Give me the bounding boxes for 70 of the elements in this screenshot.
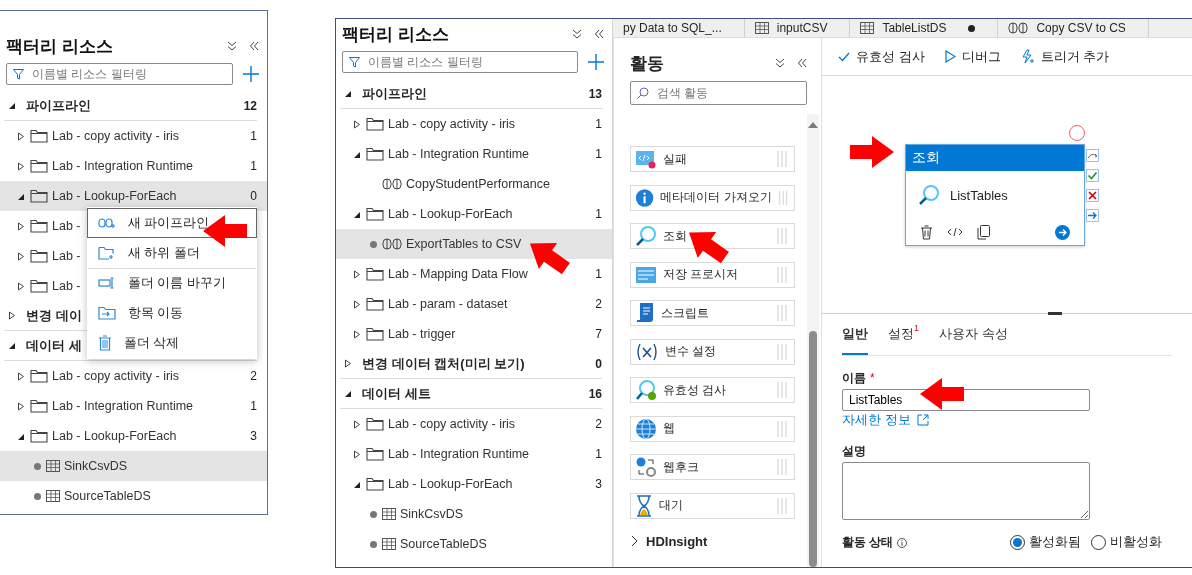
section-count: 13 <box>588 86 602 101</box>
section-count: 12 <box>243 98 257 113</box>
item-label: Lab - copy activity - iris <box>388 417 516 431</box>
section-label: 변경 데이터 캡처(미리 보기) <box>362 354 525 373</box>
item-label: CopyStudentPerformance <box>406 177 550 191</box>
activity-label: 실패 <box>663 150 688 168</box>
item-label: Lab - <box>52 249 81 263</box>
item-count: 1 <box>595 447 602 461</box>
item-count: 3 <box>595 477 602 491</box>
item-count: 7 <box>595 327 602 341</box>
item-count: 0 <box>250 189 257 203</box>
node-header: 조회 <box>906 145 1084 171</box>
item-label: Lab - Lookup-ForEach <box>388 477 513 491</box>
item-label: Lab - Lookup-ForEach <box>52 429 177 443</box>
item-label: Lab - Integration Runtime <box>388 447 530 461</box>
item-label: Lab - Integration Runtime <box>52 159 194 173</box>
activity-label: 웹 <box>663 420 676 437</box>
item-label: ExportTables to CSV <box>406 237 522 251</box>
item-label: Lab - copy activity - iris <box>388 117 516 131</box>
field-label: 이름 * <box>842 370 876 387</box>
activity-label: 변수 설정 <box>665 343 718 360</box>
item-count: 1 <box>595 147 602 161</box>
panel-title: 팩터리 리소스 <box>342 23 449 46</box>
item-count: 1 <box>250 159 257 173</box>
item-count: 1 <box>250 129 257 143</box>
item-label: Lab - Integration Runtime <box>388 147 530 161</box>
item-label: Lab - Mapping Data Flow <box>388 267 528 281</box>
item-label: Lab - copy activity - iris <box>52 369 180 383</box>
panel-title: 팩터리 리소스 <box>6 35 113 58</box>
activity-label: 저장 프로시저 <box>663 266 740 283</box>
item-label: Lab - copy activity - iris <box>52 129 180 143</box>
item-label: SinkCsvDS <box>400 507 464 521</box>
section-count: 16 <box>588 386 602 401</box>
activity-label: 조회 <box>663 227 688 245</box>
activity-label: 유효성 검사 <box>663 381 728 399</box>
item-label: Lab - Lookup-ForEach <box>52 189 177 203</box>
activity-label: 웹후크 <box>663 458 700 476</box>
item-count: 2 <box>250 369 257 383</box>
activity-label: 스크립트 <box>661 304 710 322</box>
item-count: 2 <box>595 417 602 431</box>
item-label: SourceTableDS <box>64 489 151 503</box>
item-count: 3 <box>250 429 257 443</box>
item-label: Lab - Lookup-ForEach <box>388 207 513 221</box>
node-name: ListTables <box>950 187 1008 203</box>
error-count: 1 <box>914 323 919 333</box>
item-count: 1 <box>595 117 602 131</box>
item-count: 1 <box>250 399 257 413</box>
section-count: 0 <box>595 356 602 371</box>
panel-title: 활동 <box>630 52 664 75</box>
radio-label: 비활성화 <box>1110 534 1162 551</box>
field-label: 설명 <box>842 443 867 460</box>
section-label: 데이터 세 <box>26 336 82 355</box>
radio-label: 활성화됨 <box>1029 534 1081 551</box>
activity-label: 메타데이터 가져오기 <box>660 189 772 206</box>
field-label: 활동 상태 <box>842 534 1010 551</box>
section-label: 변경 데이 <box>26 306 82 325</box>
activity-label: 대기 <box>659 497 684 514</box>
item-count: 1 <box>595 267 602 281</box>
item-label: Lab - <box>52 219 81 233</box>
section-label: 파이프라인 <box>362 84 427 103</box>
section-label: 파이프라인 <box>26 96 91 115</box>
item-label: SourceTableDS <box>400 537 487 551</box>
item-label: Lab - <box>52 279 81 293</box>
item-label: Lab - trigger <box>388 327 456 341</box>
item-label: Lab - param - dataset <box>388 297 508 311</box>
item-label: Lab - Integration Runtime <box>52 399 194 413</box>
item-label: SinkCsvDS <box>64 459 128 473</box>
item-count: 1 <box>595 207 602 221</box>
item-count: 2 <box>595 297 602 311</box>
section-label: 데이터 세트 <box>362 384 431 403</box>
